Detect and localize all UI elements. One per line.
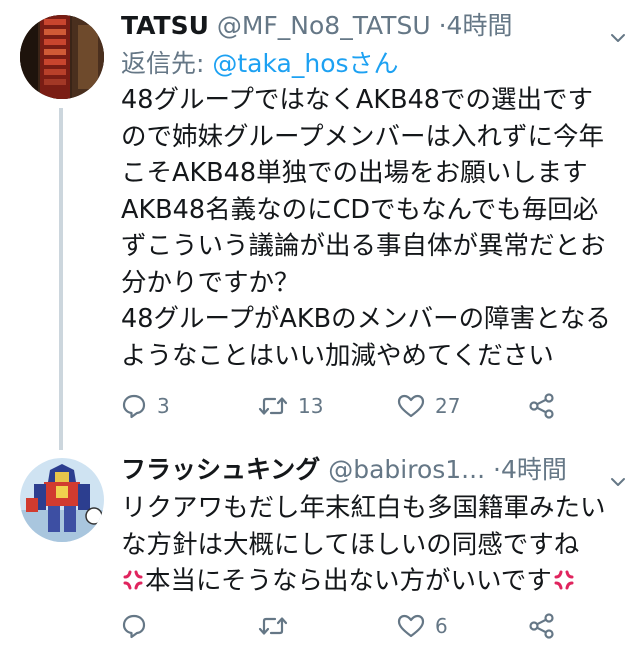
user-handle[interactable]: @babiros1... [328,455,485,484]
tweet-text: 48グループではなくAKB48での選出です ので姉妹グループメンバーは入れずに今… [121,82,626,374]
reply-count: 3 [157,394,170,418]
tweet-content: TATSU @MF_No8_TATSU ·4時間 返信先: @taka_hosさ… [121,6,626,419]
tweet-text-line: ずこういう議論が出る事自体が異常だとお [121,231,606,261]
display-name[interactable]: TATSU [121,11,209,40]
like-icon [397,393,425,419]
user-handle[interactable]: @MF_No8_TATSU [217,11,431,40]
avatar[interactable] [20,15,104,99]
share-button[interactable] [528,611,556,641]
tweet-header: TATSU @MF_No8_TATSU ·4時間 [121,6,626,46]
separator-dot: · [438,11,447,40]
like-button[interactable]: 27 [397,391,460,421]
like-count: 6 [435,614,448,638]
tweet-content: フラッシュキング @babiros1... ·4時間 リクアワもだし年末紅白も多… [121,450,626,639]
avatar[interactable] [20,458,104,542]
tweet-text-segment: 本当にそうなら出ない方がいいです [145,566,552,596]
tweet-text-line: リクアワもだし年末紅白も多国籍軍みたい [121,493,606,523]
tweet-text-line: な方針は大概にしてほしいの同感ですね [121,529,580,560]
like-count: 27 [435,394,461,418]
separator-dot: · [492,455,501,484]
share-button[interactable] [528,391,556,421]
retweet-count: 13 [298,394,324,418]
tweet-actions: 3 13 27 [121,391,601,421]
tweet-text-line: AKB48名義なのにCDでもなんでも毎回必 [121,194,599,225]
share-icon [528,612,556,640]
timestamp[interactable]: 4時間 [501,455,567,484]
reply-icon [121,613,147,639]
reply-icon [121,393,147,419]
tweet-text-line: 分かりですか？ [121,267,300,298]
tweet-text-line: 48グループがAKBのメンバーの障害となる [121,304,611,334]
like-icon [397,613,425,639]
thread-connector-line [59,108,63,450]
tweet-header: フラッシュキング @babiros1... ·4時間 [121,450,626,490]
anger-symbol-icon [121,566,145,590]
tweet-text: リクアワもだし年末紅白も多国籍軍みたい な方針は大概にしてほしいの同感ですね 本… [121,490,626,600]
share-icon [528,392,556,420]
tweet-actions: 6 [121,611,601,641]
reply-context: 返信先: @taka_hosさん [121,46,626,82]
retweet-button[interactable]: 13 [258,391,323,421]
display-name[interactable]: フラッシュキング [121,455,320,484]
tweet-item[interactable]: フラッシュキング @babiros1... ·4時間 リクアワもだし年末紅白も多… [0,450,640,657]
retweet-button[interactable] [258,611,298,641]
tweet-text-line: 48グループではなくAKB48での選出です [121,85,594,115]
chevron-down-icon[interactable] [610,18,626,42]
like-button[interactable]: 6 [397,611,448,641]
reply-button[interactable]: 3 [121,391,170,421]
chevron-down-icon[interactable] [610,462,626,486]
tweet-text-line-with-emoji: 本当にそうなら出ない方がいいです [121,563,626,600]
tweet-text-line: ようなことはいい加減やめてください [121,340,554,371]
retweet-icon [258,613,288,639]
tweet-item[interactable]: TATSU @MF_No8_TATSU ·4時間 返信先: @taka_hosさ… [0,0,640,450]
reply-button[interactable] [121,611,157,641]
anger-symbol-icon [552,566,576,590]
tweet-text-line: ので姉妹グループメンバーは入れずに今年 [121,121,604,152]
retweet-icon [258,393,288,419]
reply-mention-link[interactable]: @taka_hosさん [212,49,398,78]
timestamp[interactable]: 4時間 [447,11,513,40]
reply-prefix: 返信先: [121,49,213,78]
tweet-text-line: こそAKB48単独での出場をお願いします [121,158,588,188]
